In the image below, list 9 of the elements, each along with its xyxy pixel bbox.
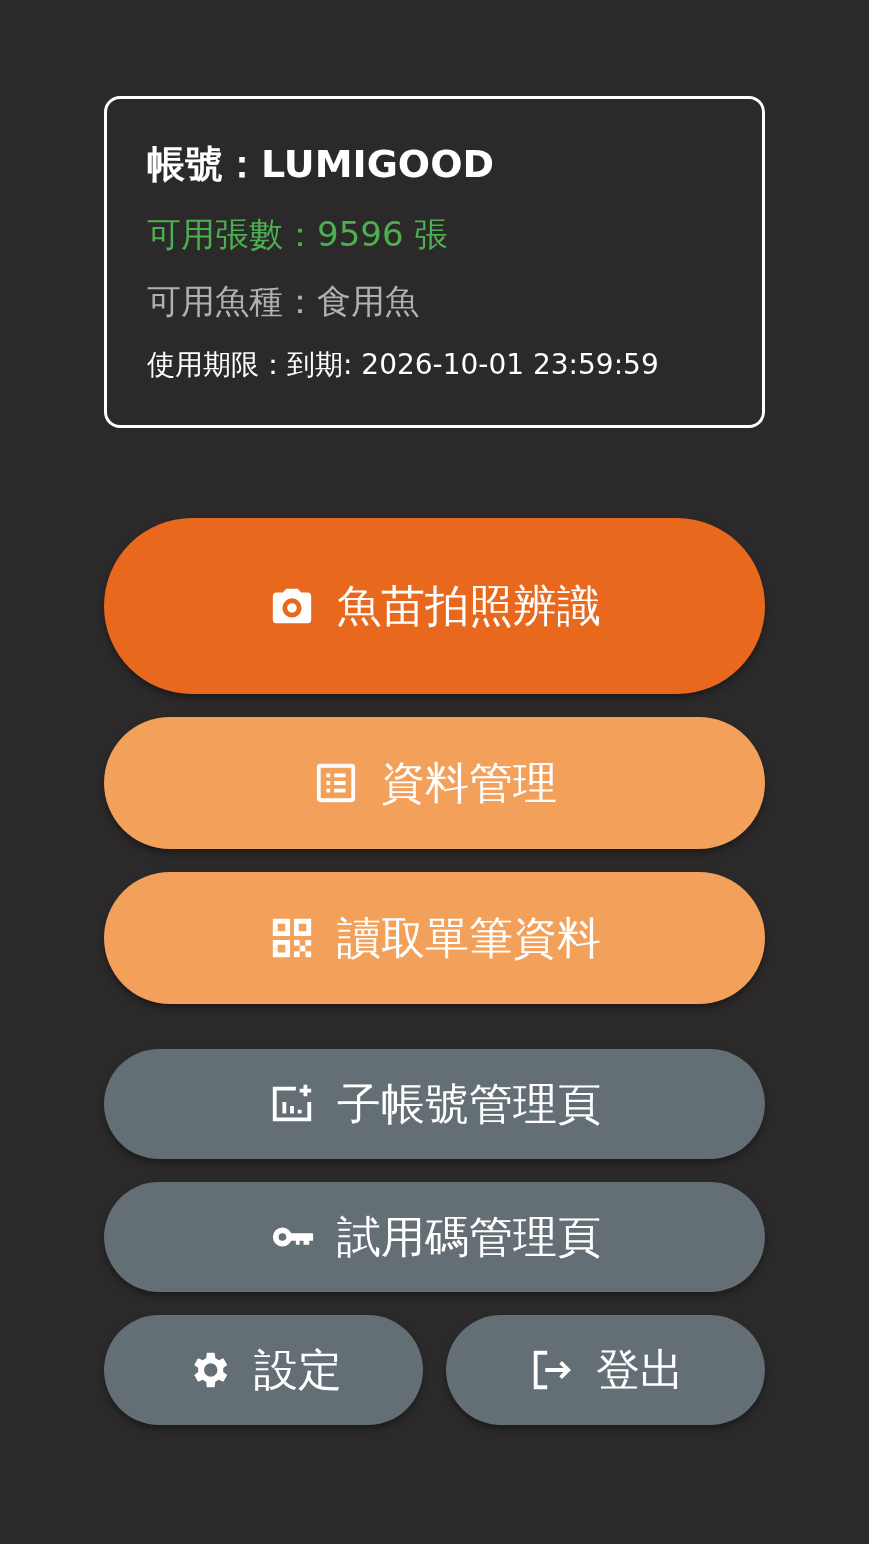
menu-button[interactable]: 登出 — [446, 1315, 765, 1426]
account-name: 帳號：LUMIGOOD — [147, 143, 495, 187]
menu-button[interactable]: 子帳號管理頁 — [104, 1049, 765, 1160]
species-text: 可用魚種：食用魚 — [147, 281, 420, 321]
menu-button[interactable]: 設定 — [104, 1315, 423, 1426]
menu-button[interactable]: 魚苗拍照辨識 — [104, 518, 765, 695]
expiry-text: 使用期限：到期: 2026-10-01 23:59:59 — [147, 348, 660, 382]
menu-button[interactable]: 試用碼管理頁 — [104, 1182, 765, 1293]
quota-text: 可用張數：9596 張 — [147, 214, 450, 254]
